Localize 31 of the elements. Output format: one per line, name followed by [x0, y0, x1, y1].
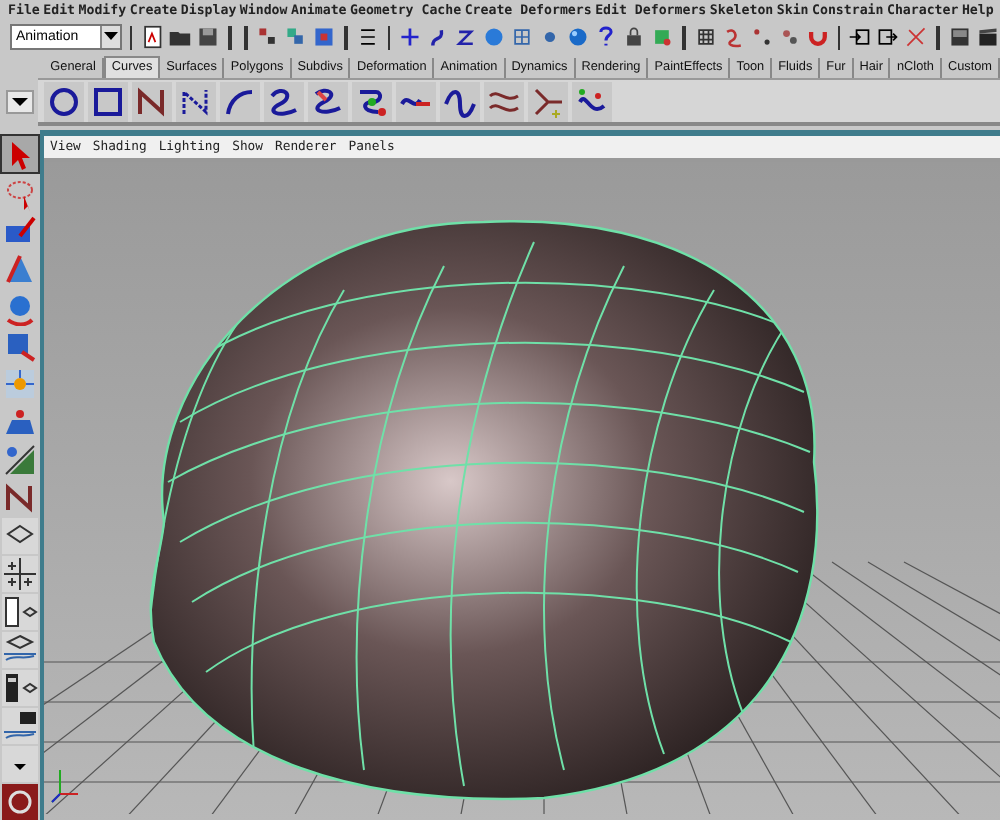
plus-icon[interactable]	[398, 24, 423, 51]
layout-icon[interactable]	[2, 518, 38, 554]
caret-icon[interactable]	[2, 746, 38, 782]
output-icon[interactable]	[876, 24, 901, 51]
document-icon[interactable]	[140, 24, 165, 51]
square-icon[interactable]	[88, 81, 129, 121]
cube-icon[interactable]	[649, 24, 674, 51]
caret-icon[interactable]	[10, 96, 30, 108]
render-window-icon[interactable]	[948, 24, 973, 51]
arc-icon[interactable]	[220, 81, 261, 121]
caret-icon[interactable]	[103, 32, 117, 43]
grid-icon[interactable]	[693, 24, 718, 51]
outliner-layout-icon[interactable]	[2, 670, 38, 706]
graph-layout-icon[interactable]	[2, 632, 38, 668]
logo-icon[interactable]	[2, 784, 38, 820]
sphere-icon[interactable]	[566, 24, 591, 51]
shelf-menu-button[interactable]	[6, 90, 34, 114]
two-view-layout-icon[interactable]	[2, 594, 38, 630]
lock-icon[interactable]	[622, 24, 646, 51]
grid-icon[interactable]	[510, 24, 535, 51]
cube-icon[interactable]	[2, 328, 38, 364]
circle-icon[interactable]	[44, 81, 85, 121]
wave-icon[interactable]	[440, 81, 481, 121]
clapperboard-icon[interactable]	[976, 24, 1000, 51]
four-view-layout-icon[interactable]	[2, 556, 38, 592]
manipulator-icon[interactable]	[2, 366, 38, 402]
axis-icon	[51, 769, 79, 803]
help-icon[interactable]	[594, 24, 619, 51]
dots-icon[interactable]	[749, 24, 774, 51]
list-icon[interactable]	[355, 24, 380, 51]
input-icon[interactable]	[848, 24, 873, 51]
